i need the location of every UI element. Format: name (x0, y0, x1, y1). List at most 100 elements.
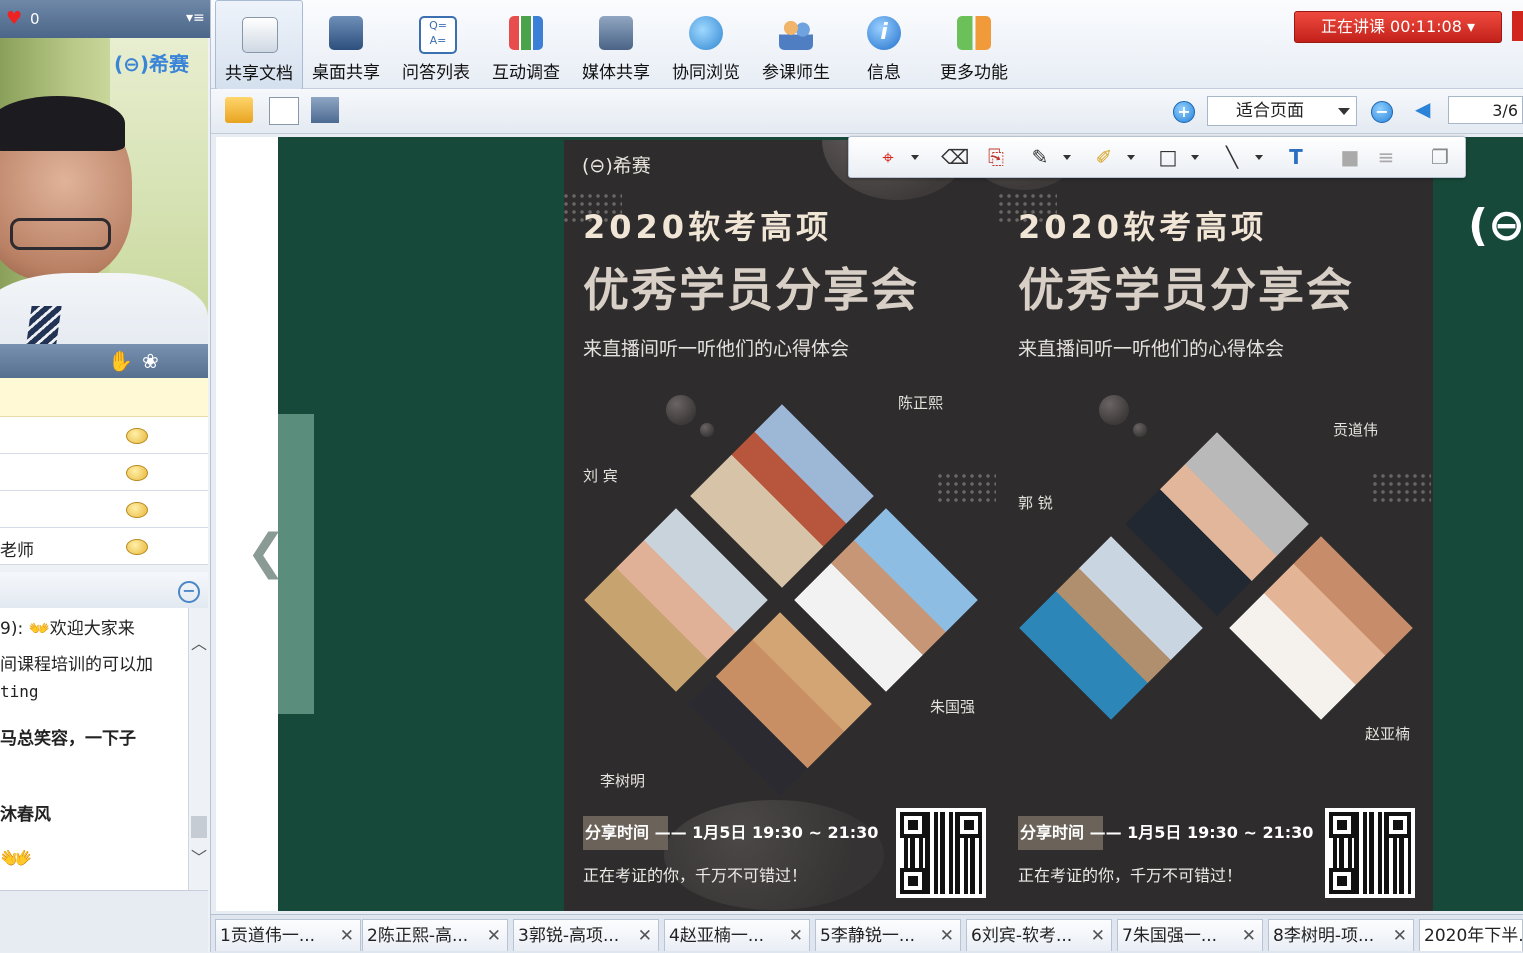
chevron-down-icon[interactable] (1063, 155, 1071, 160)
toolbar-label: 信息 (867, 63, 901, 83)
scroll-down-icon[interactable]: ﹀ (191, 844, 207, 868)
close-icon[interactable]: ✕ (487, 920, 501, 951)
close-icon[interactable]: ✕ (789, 920, 803, 951)
browser-icon (689, 16, 723, 50)
speaker-name: 贡道伟 (1333, 421, 1379, 439)
highlighter-icon[interactable]: ✐ (1093, 146, 1115, 168)
chevron-down-icon[interactable] (1255, 155, 1263, 160)
qa-list-button[interactable]: Q= A= 问答列表 (393, 0, 479, 88)
applause-emoji-icon: 👐 (0, 844, 33, 874)
share-document-button[interactable]: 共享文档 (215, 0, 303, 90)
applause-icon[interactable]: ❀ (142, 349, 159, 373)
chevron-down-icon[interactable] (1191, 155, 1199, 160)
line-style-icon[interactable]: ≡ (1375, 146, 1397, 168)
pen-icon[interactable]: ✎ (1029, 146, 1051, 168)
open-folder-icon[interactable] (225, 97, 253, 123)
document-tab[interactable]: 5李静锐一... ✕ (815, 919, 961, 951)
text-icon[interactable]: T (1285, 146, 1307, 168)
zoom-select[interactable]: 适合页面 (1207, 96, 1357, 126)
toolbar-label: 共享文档 (225, 64, 293, 84)
close-icon[interactable]: ✕ (1091, 920, 1105, 951)
close-icon[interactable]: ✕ (638, 920, 652, 951)
rectangle-icon[interactable]: □ (1157, 146, 1179, 168)
clear-icon[interactable]: ⎘ (985, 146, 1007, 168)
speaker-name: 朱国强 (930, 698, 976, 716)
chevron-down-icon (1338, 108, 1350, 115)
chevron-left-icon[interactable]: ❮ (246, 524, 286, 580)
heart-icon[interactable]: ♥ (6, 8, 22, 29)
participants-button[interactable]: 参课师生 (753, 0, 839, 88)
pointer-icon[interactable]: ⌖ (877, 146, 899, 168)
share-time: 分享时间 —— 1月5日 19:30 ~ 21:30 (583, 816, 885, 850)
page-indicator[interactable]: 3/6 (1448, 96, 1523, 124)
new-document-icon[interactable] (269, 97, 299, 125)
live-extra-button[interactable] (1512, 11, 1523, 41)
chat-bubble-icon[interactable] (126, 539, 148, 555)
document-tab[interactable]: 1贡道伟一... ✕ (215, 919, 361, 951)
chat-scrollbar[interactable]: ︿ ﹀ (188, 608, 209, 890)
close-icon[interactable]: ✕ (340, 920, 354, 951)
prev-page-icon[interactable]: ◀ (1415, 97, 1430, 121)
user-row-highlight[interactable] (0, 378, 208, 417)
scroll-thumb[interactable] (191, 816, 207, 838)
document-tab[interactable]: 6刘宾-软考... ✕ (966, 919, 1112, 951)
raise-hand-icon[interactable]: ✋ (108, 349, 133, 373)
poster-headline: 优秀学员分享会 (1018, 263, 1354, 317)
media-share-button[interactable]: 媒体共享 (573, 0, 659, 88)
line-icon[interactable]: ╲ (1221, 146, 1243, 168)
poster-panel: (⊖)希赛 2020软考高项 优秀学员分享会 来直播间听一听他们的心得体会 陈正… (564, 140, 998, 911)
close-icon[interactable]: ✕ (1393, 920, 1407, 951)
poster-headline: 优秀学员分享会 (583, 263, 919, 317)
left-panel-header: ♥ 0 ▾≡ (0, 0, 210, 38)
speaker-name: 刘 宾 (583, 467, 618, 485)
chevron-down-icon[interactable] (1127, 155, 1135, 160)
chat-bubble-icon[interactable] (126, 465, 148, 481)
info-button[interactable]: i 信息 (841, 0, 927, 88)
eraser-icon[interactable]: ⌫ (941, 146, 969, 168)
close-icon[interactable]: ✕ (940, 920, 954, 951)
zoom-out-icon[interactable]: − (1371, 101, 1393, 123)
document-tab[interactable]: 4赵亚楠一... ✕ (664, 919, 810, 951)
media-icon (599, 16, 633, 50)
chat-bubble-icon[interactable] (126, 428, 148, 444)
scroll-up-icon[interactable]: ︿ (191, 630, 207, 654)
document-tab[interactable]: 3郭锐-高项... ✕ (513, 919, 659, 951)
survey-button[interactable]: 互动调查 (483, 0, 569, 88)
close-icon[interactable]: ✕ (1242, 920, 1256, 951)
live-status-button[interactable]: 正在讲课 00:11:08 ▾ (1294, 11, 1502, 43)
more-features-button[interactable]: 更多功能 (931, 0, 1017, 88)
speaker-name: 陈正熙 (898, 394, 944, 412)
user-row[interactable] (0, 491, 208, 528)
chevron-down-icon[interactable] (911, 155, 919, 160)
users-icon (779, 16, 813, 50)
co-browse-button[interactable]: 协同浏览 (663, 0, 749, 88)
user-row[interactable]: 老师 (0, 528, 208, 565)
video-logo: (⊖)希赛 (114, 52, 190, 76)
screenshot-icon[interactable] (311, 97, 339, 123)
zoom-in-icon[interactable]: + (1173, 101, 1195, 123)
tab-label: 4赵亚楠一... (669, 926, 765, 946)
chat-bubble-icon[interactable] (126, 502, 148, 518)
copy-icon[interactable]: ❐ (1429, 146, 1451, 168)
tab-label: 5李静锐一... (820, 926, 916, 946)
toolbar-label: 更多功能 (940, 63, 1008, 83)
user-row[interactable] (0, 454, 208, 491)
fill-icon[interactable]: ■ (1339, 146, 1361, 168)
document-tab[interactable]: 7朱国强一... ✕ (1117, 919, 1263, 951)
tab-label: 2020年下半... (1424, 926, 1522, 946)
chat-message: 9): 👐欢迎大家来 (0, 619, 135, 639)
qr-code (896, 808, 986, 898)
chat-message: ting (0, 682, 39, 701)
speaker-name: 李树明 (600, 772, 646, 790)
document-tab[interactable]: 8李树明-项... ✕ (1268, 919, 1414, 951)
menu-icon[interactable]: ▾≡ (186, 10, 205, 26)
poster-title: 2020软考高项 (583, 208, 833, 246)
desktop-share-button[interactable]: 桌面共享 (303, 0, 389, 88)
collapse-icon[interactable]: − (178, 581, 200, 603)
document-tab-active[interactable]: 2020年下半... (1419, 919, 1523, 951)
tab-label: 2陈正熙-高... (367, 926, 469, 946)
document-tab[interactable]: 2陈正熙-高... ✕ (362, 919, 508, 951)
chat-input-area[interactable] (0, 890, 208, 952)
user-row[interactable] (0, 417, 208, 454)
toolbar-label: 媒体共享 (582, 63, 650, 83)
